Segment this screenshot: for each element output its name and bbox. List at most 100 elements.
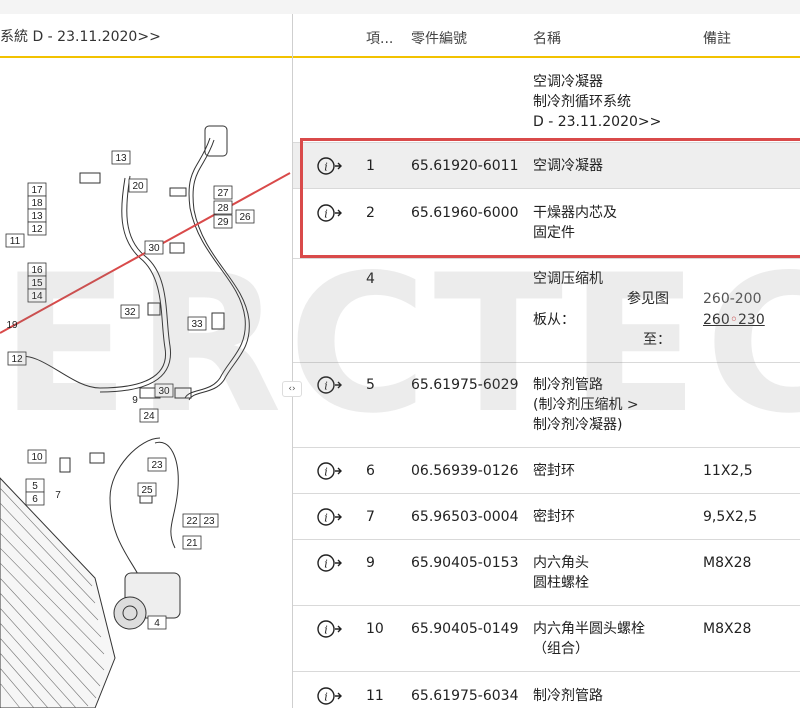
callout-29: 29 bbox=[217, 217, 229, 228]
callout-10: 10 bbox=[31, 452, 43, 463]
info-arrow-icon[interactable]: i bbox=[317, 375, 343, 395]
row-part-no: 65.61975-6034 bbox=[411, 688, 519, 704]
callout-22: 22 bbox=[186, 516, 198, 527]
row-part-no: 65.96503-0004 bbox=[411, 509, 519, 525]
callout-25: 25 bbox=[141, 485, 153, 496]
info-arrow-icon[interactable]: i bbox=[317, 507, 343, 527]
top-strip bbox=[0, 0, 800, 14]
to-label: 至： bbox=[643, 332, 671, 348]
row-item: 7 bbox=[366, 509, 375, 525]
col-item[interactable]: 項... bbox=[366, 28, 393, 48]
info-arrow-icon[interactable]: i bbox=[317, 553, 343, 573]
svg-text:i: i bbox=[324, 380, 328, 393]
col-remark[interactable]: 備註 bbox=[703, 28, 731, 48]
callout-27: 27 bbox=[217, 188, 229, 199]
svg-text:i: i bbox=[324, 208, 328, 221]
callout-12: 12 bbox=[31, 224, 43, 235]
group-header-row: 空调冷凝器 制冷剂循环系统 D - 23.11.2020>> bbox=[293, 58, 800, 143]
callout-6: 6 bbox=[32, 494, 38, 505]
table-row[interactable]: i 6 06.56939-0126 密封环 11X2,5 bbox=[293, 448, 800, 494]
row-name: 密封环 bbox=[533, 463, 575, 479]
breadcrumb[interactable]: 系統 D - 23.11.2020>> bbox=[0, 26, 161, 46]
row-item: 6 bbox=[366, 463, 375, 479]
table-row[interactable]: i 9 65.90405-0153 内六角头 圆柱螺栓 M8X28 bbox=[293, 540, 800, 606]
callout-19: 19 bbox=[6, 320, 18, 331]
row-part-no: 65.90405-0153 bbox=[411, 555, 519, 571]
table-row[interactable]: i 11 65.61975-6034 制冷剂管路 bbox=[293, 672, 800, 708]
callout-32: 32 bbox=[124, 307, 136, 318]
callout-23-lower: 23 bbox=[203, 516, 215, 527]
table-row[interactable]: i 10 65.90405-0149 内六角半圆头螺栓 （组合） M8X28 bbox=[293, 606, 800, 672]
callout-16: 16 bbox=[31, 265, 43, 276]
row-name: 制冷剂管路 bbox=[533, 688, 603, 704]
row-item: 2 bbox=[366, 205, 375, 221]
callout-11: 11 bbox=[10, 236, 21, 247]
row-name-3: 制冷剂冷凝器) bbox=[533, 417, 623, 433]
parts-diagram-drawing: 13 20 17 18 13 12 11 27 28 29 26 30 16 1… bbox=[0, 125, 291, 708]
row-item: 9 bbox=[366, 555, 375, 571]
row-name: 内六角头 bbox=[533, 555, 589, 571]
row-part-no: 65.90405-0149 bbox=[411, 621, 519, 637]
info-arrow-icon[interactable]: i bbox=[317, 156, 343, 176]
row-name: 内六角半圆头螺栓 bbox=[533, 621, 645, 637]
row-part-no: 65.61960-6000 bbox=[411, 205, 519, 221]
diagram-header: 系統 D - 23.11.2020>> bbox=[0, 14, 292, 58]
info-arrow-icon[interactable]: i bbox=[317, 619, 343, 639]
callout-14: 14 bbox=[31, 291, 43, 302]
see-figure-label: 参见图 bbox=[627, 291, 669, 307]
callout-18: 18 bbox=[31, 198, 43, 209]
row-item: 5 bbox=[366, 377, 375, 393]
table-row[interactable]: i 1 65.61920-6011 空调冷凝器 bbox=[293, 143, 800, 189]
row-name-2: （组合） bbox=[533, 641, 589, 657]
table-row[interactable]: i 2 65.61960-6000 干燥器内芯及 固定件 bbox=[293, 189, 800, 259]
see-figure-link[interactable]: 260-200 bbox=[703, 289, 762, 309]
row-remark: M8X28 bbox=[703, 555, 752, 571]
callout-30-top: 30 bbox=[148, 243, 160, 254]
row-remark: M8X28 bbox=[703, 621, 752, 637]
info-arrow-icon[interactable]: i bbox=[317, 461, 343, 481]
callout-15: 15 bbox=[31, 278, 43, 289]
callout-24: 24 bbox=[143, 411, 155, 422]
row-item: 4 bbox=[366, 271, 375, 287]
callout-28: 28 bbox=[217, 203, 229, 214]
row-name-2: 固定件 bbox=[533, 225, 575, 241]
callout-12-lower: 12 bbox=[11, 354, 23, 365]
parts-diagram: 13 20 17 18 13 12 11 27 28 29 26 30 16 1… bbox=[0, 58, 292, 708]
row-item: 11 bbox=[366, 688, 384, 704]
row-item: 10 bbox=[366, 621, 384, 637]
info-arrow-icon[interactable]: i bbox=[317, 203, 343, 223]
from-value-a[interactable]: 260 bbox=[703, 312, 730, 328]
svg-text:i: i bbox=[324, 466, 328, 479]
col-name[interactable]: 名稱 bbox=[533, 28, 561, 48]
callout-5: 5 bbox=[32, 481, 38, 492]
svg-text:i: i bbox=[324, 558, 328, 571]
svg-text:i: i bbox=[324, 512, 328, 525]
range-dot-icon: ◦ bbox=[729, 312, 738, 328]
row-part-no: 06.56939-0126 bbox=[411, 463, 519, 479]
callout-21: 21 bbox=[186, 538, 198, 549]
parts-table: 項... 零件編號 名稱 備註 空调冷凝器 制冷剂循环系统 D - 23.11.… bbox=[293, 14, 800, 708]
table-row[interactable]: i 7 65.96503-0004 密封环 9,5X2,5 bbox=[293, 494, 800, 540]
callout-26: 26 bbox=[239, 212, 251, 223]
board-from-link[interactable]: 260◦230 bbox=[703, 310, 765, 330]
table-row[interactable]: i 5 65.61975-6029 制冷剂管路 (制冷剂压缩机 > 制冷剂冷凝器… bbox=[293, 363, 800, 448]
callout-30: 30 bbox=[158, 386, 170, 397]
svg-text:i: i bbox=[324, 161, 328, 174]
svg-text:i: i bbox=[324, 691, 328, 704]
callout-17: 17 bbox=[31, 185, 43, 196]
group-line-3: D - 23.11.2020>> bbox=[533, 114, 662, 130]
info-arrow-icon[interactable]: i bbox=[317, 686, 343, 706]
row-remark: 11X2,5 bbox=[703, 463, 753, 479]
callout-23: 23 bbox=[151, 460, 163, 471]
table-row[interactable]: 4 空调压缩机 参见图 260-200 板从： 260◦230 至： bbox=[293, 259, 800, 363]
row-name: 密封环 bbox=[533, 509, 575, 525]
col-part-no[interactable]: 零件編號 bbox=[411, 28, 467, 48]
row-name: 制冷剂管路 bbox=[533, 377, 603, 393]
from-value-b[interactable]: 230 bbox=[738, 312, 765, 328]
row-name: 干燥器内芯及 bbox=[533, 205, 617, 221]
row-name: 空调压缩机 bbox=[533, 271, 603, 287]
group-line-2: 制冷剂循环系统 bbox=[533, 94, 631, 110]
callout-33: 33 bbox=[191, 319, 203, 330]
row-name: 空调冷凝器 bbox=[533, 158, 603, 174]
callout-13-top: 13 bbox=[115, 153, 127, 164]
